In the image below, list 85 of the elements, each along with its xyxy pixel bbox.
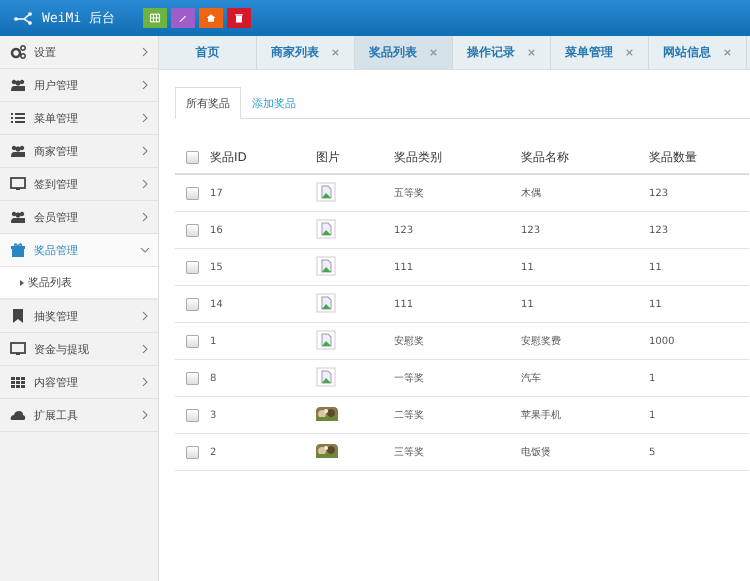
sidebar-item[interactable]: 菜单管理 (0, 102, 158, 135)
table-cell: 123 (649, 188, 668, 198)
table-cell: 14 (210, 298, 223, 310)
table-cell: 1 (649, 372, 656, 384)
sidebar-item[interactable]: 奖品管理 (0, 234, 158, 267)
table-cell: 17 (210, 188, 223, 198)
table-cell: 123 (521, 224, 540, 236)
monitor-icon (10, 176, 26, 192)
column-header: 奖品类别 (394, 150, 442, 164)
broken-image-icon (316, 366, 336, 386)
table-cell: 1 (649, 410, 656, 420)
toolbar-button[interactable] (198, 8, 223, 28)
toolbar-button[interactable] (170, 8, 195, 28)
checkbox[interactable] (186, 224, 198, 236)
monitor-icon (10, 341, 26, 357)
table-cell: 安慰奖费 (521, 336, 561, 347)
table-cell: 111 (394, 298, 414, 310)
table-cell: 111 (394, 262, 414, 272)
table-cell: 11 (649, 298, 662, 310)
table-cell: 1000 (649, 336, 674, 346)
gears-icon (10, 44, 26, 60)
toolbar-button[interactable] (142, 8, 167, 28)
table-cell: 木偶 (521, 188, 541, 199)
tab[interactable]: 奖品列表 × (355, 36, 453, 69)
triangle-icon (20, 280, 24, 286)
table-cell: 15 (210, 262, 223, 272)
table-cell: 16 (210, 224, 223, 236)
checkbox[interactable] (186, 151, 198, 164)
broken-image-icon (316, 218, 336, 238)
table-cell: 11 (649, 262, 662, 272)
toolbar-button[interactable] (226, 8, 251, 28)
table-cell: 3 (210, 410, 216, 420)
table-cell: 11 (521, 298, 534, 310)
checkbox[interactable] (186, 260, 198, 274)
table-cell: 123 (649, 224, 668, 236)
broken-image-icon (316, 256, 336, 276)
users-icon (10, 77, 26, 93)
grid-icon (10, 374, 26, 390)
table-cell: 123 (394, 224, 414, 236)
users-icon (10, 209, 26, 225)
share-icon (14, 11, 34, 25)
sidebar-item[interactable]: 内容管理 (0, 366, 158, 399)
table-cell: 安慰奖 (394, 336, 424, 347)
table-cell: 电饭煲 (521, 447, 551, 458)
sidebar-item[interactable]: 商家管理 (0, 135, 158, 168)
broken-image-icon (316, 292, 336, 312)
checkbox[interactable] (186, 298, 198, 310)
column-header: 奖品名称 (521, 150, 569, 164)
checkbox[interactable] (186, 408, 198, 422)
grid-icon (148, 12, 161, 24)
table-cell: 汽车 (521, 373, 541, 384)
column-header: 奖品数量 (649, 150, 697, 164)
sidebar-item[interactable]: 资金与提现 (0, 333, 158, 366)
sidebar-item[interactable]: 扩展工具 (0, 399, 158, 432)
table-cell: 5 (649, 446, 656, 458)
table-cell: 2 (210, 446, 216, 458)
checkbox[interactable] (186, 446, 198, 458)
table-cell: 8 (210, 372, 216, 384)
broken-image-icon (316, 330, 336, 350)
table-cell: 苹果手机 (521, 410, 561, 421)
trash-icon (232, 12, 245, 24)
table-cell: 一等奖 (394, 373, 424, 384)
table-cell: 五等奖 (394, 188, 424, 199)
list-icon (10, 110, 26, 126)
sidebar-item[interactable]: 用户管理 (0, 69, 158, 102)
sidebar-item[interactable]: 签到管理 (0, 168, 158, 201)
column-header: 奖品ID (210, 150, 247, 164)
tab[interactable]: 所有奖品 (175, 87, 241, 119)
sidebar-item[interactable]: 抽奖管理 (0, 300, 158, 333)
sidebar-item[interactable]: 设置 (0, 36, 158, 69)
table-cell: 二等奖 (394, 410, 424, 421)
home-icon (204, 12, 217, 24)
brand-title: WeiMi 后台 (42, 10, 115, 27)
table-cell: 1 (210, 336, 216, 346)
sidebar-subitem[interactable]: 奖品列表 (0, 267, 158, 300)
users-icon (10, 143, 26, 159)
gift-icon (10, 242, 26, 258)
table-cell: 11 (521, 262, 534, 272)
broken-image-icon (316, 182, 336, 202)
checkbox[interactable] (186, 334, 198, 348)
column-header: 图片 (316, 150, 340, 164)
checkbox[interactable] (186, 186, 198, 200)
table-cell: 三等奖 (394, 447, 424, 458)
checkbox[interactable] (186, 372, 198, 384)
bookmark-icon (10, 308, 26, 324)
